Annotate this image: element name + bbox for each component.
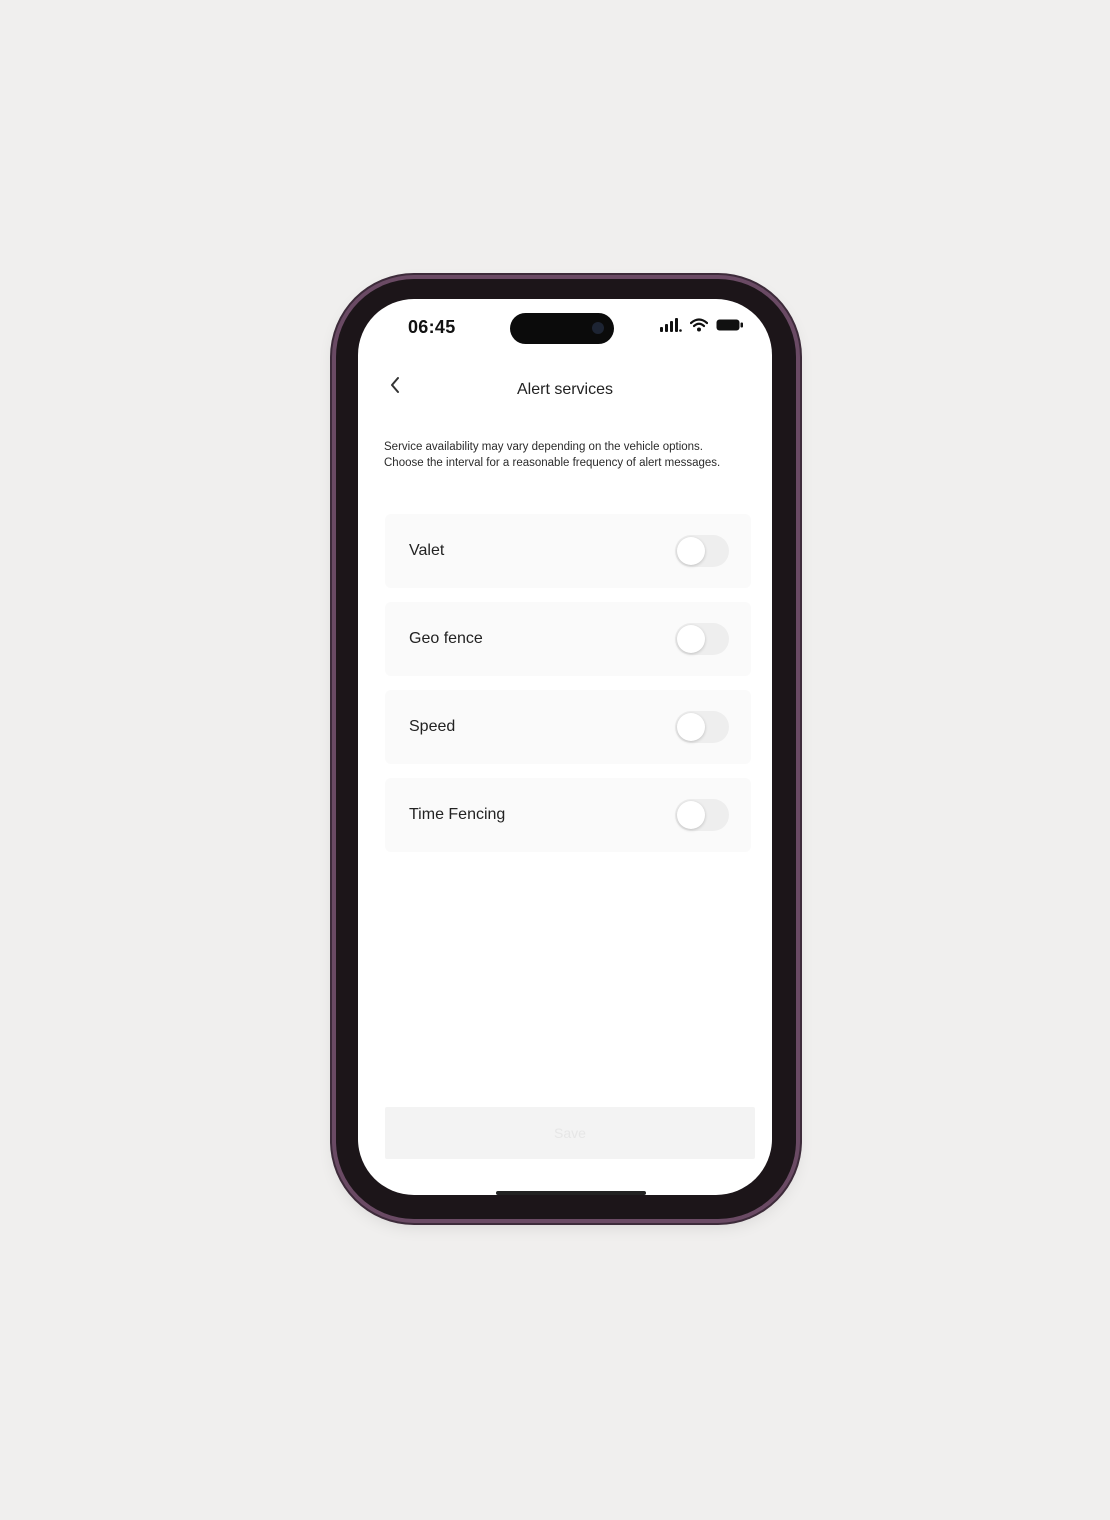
service-row-geo-fence[interactable]: Geo fence: [385, 602, 751, 676]
status-time: 06:45: [408, 317, 456, 337]
toggle-knob: [677, 537, 705, 565]
nav-bar: Alert services: [358, 359, 772, 419]
time-fencing-toggle[interactable]: [675, 799, 729, 831]
status-icons: [660, 318, 744, 337]
toggle-knob: [677, 713, 705, 741]
page-title: Alert services: [516, 381, 614, 398]
save-button[interactable]: Save: [385, 1107, 755, 1159]
battery-icon: [716, 318, 744, 337]
description: Service availability may vary depending …: [384, 439, 724, 471]
service-row-valet[interactable]: Valet: [385, 514, 751, 588]
wifi-icon: [689, 318, 709, 337]
geo-fence-toggle[interactable]: [675, 623, 729, 655]
camera-icon: [592, 322, 604, 334]
home-indicator: [496, 1191, 646, 1195]
alert-service-list: Valet Geo fence Speed Time Fencing: [385, 514, 751, 866]
toggle-knob: [677, 625, 705, 653]
dynamic-island: [510, 313, 614, 344]
service-label: Time Fencing: [409, 806, 506, 823]
phone-screen: 06:45 Alert services Service availabilit…: [358, 299, 772, 1195]
speed-toggle[interactable]: [675, 711, 729, 743]
valet-toggle[interactable]: [675, 535, 729, 567]
toggle-knob: [677, 801, 705, 829]
phone-frame: 06:45 Alert services Service availabilit…: [336, 279, 796, 1219]
stage: 06:45 Alert services Service availabilit…: [0, 0, 1110, 1520]
service-row-speed[interactable]: Speed: [385, 690, 751, 764]
status-bar: 06:45: [358, 299, 772, 359]
service-label: Speed: [409, 718, 456, 735]
signal-icon: [660, 318, 682, 337]
description-availability: Service availability may vary depending …: [384, 441, 703, 453]
service-label: Geo fence: [409, 630, 483, 647]
description-interval: Choose the interval for a reasonable fre…: [384, 457, 721, 469]
service-label: Valet: [409, 542, 445, 559]
service-row-time-fencing[interactable]: Time Fencing: [385, 778, 751, 852]
